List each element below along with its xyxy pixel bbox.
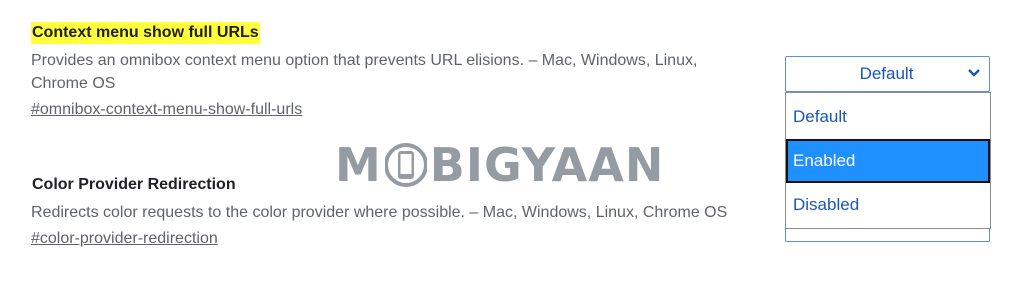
flag-description: Redirects color requests to the color pr… <box>31 204 728 221</box>
flag-state-select-context-menu[interactable]: Default <box>785 56 990 92</box>
flag-permalink[interactable]: #color-provider-redirection <box>31 228 218 250</box>
dropdown-option-default[interactable]: Default <box>786 95 990 139</box>
watermark-text-start: M <box>335 138 382 192</box>
phone-icon <box>384 143 427 187</box>
flag-entry-context-menu-show-full-urls: Context menu show full URLs Provides an … <box>31 22 751 121</box>
dropdown-option-enabled[interactable]: Enabled <box>786 139 990 183</box>
chrome-flags-page: Context menu show full URLs Provides an … <box>0 0 1024 303</box>
chevron-down-icon <box>968 69 980 77</box>
flag-title: Context menu show full URLs <box>31 22 260 44</box>
flag-description: Provides an omnibox context menu option … <box>31 52 698 92</box>
select-current-value: Default <box>859 64 914 83</box>
watermark-text-end: BIGYAAN <box>429 138 665 192</box>
dropdown-option-disabled[interactable]: Disabled <box>786 183 990 227</box>
flag-permalink[interactable]: #omnibox-context-menu-show-full-urls <box>31 99 302 121</box>
watermark-logo: M BIGYAAN <box>335 138 664 192</box>
select-dropdown-list: Default Enabled Disabled <box>785 92 991 229</box>
flag-title: Color Provider Redirection <box>32 176 236 193</box>
